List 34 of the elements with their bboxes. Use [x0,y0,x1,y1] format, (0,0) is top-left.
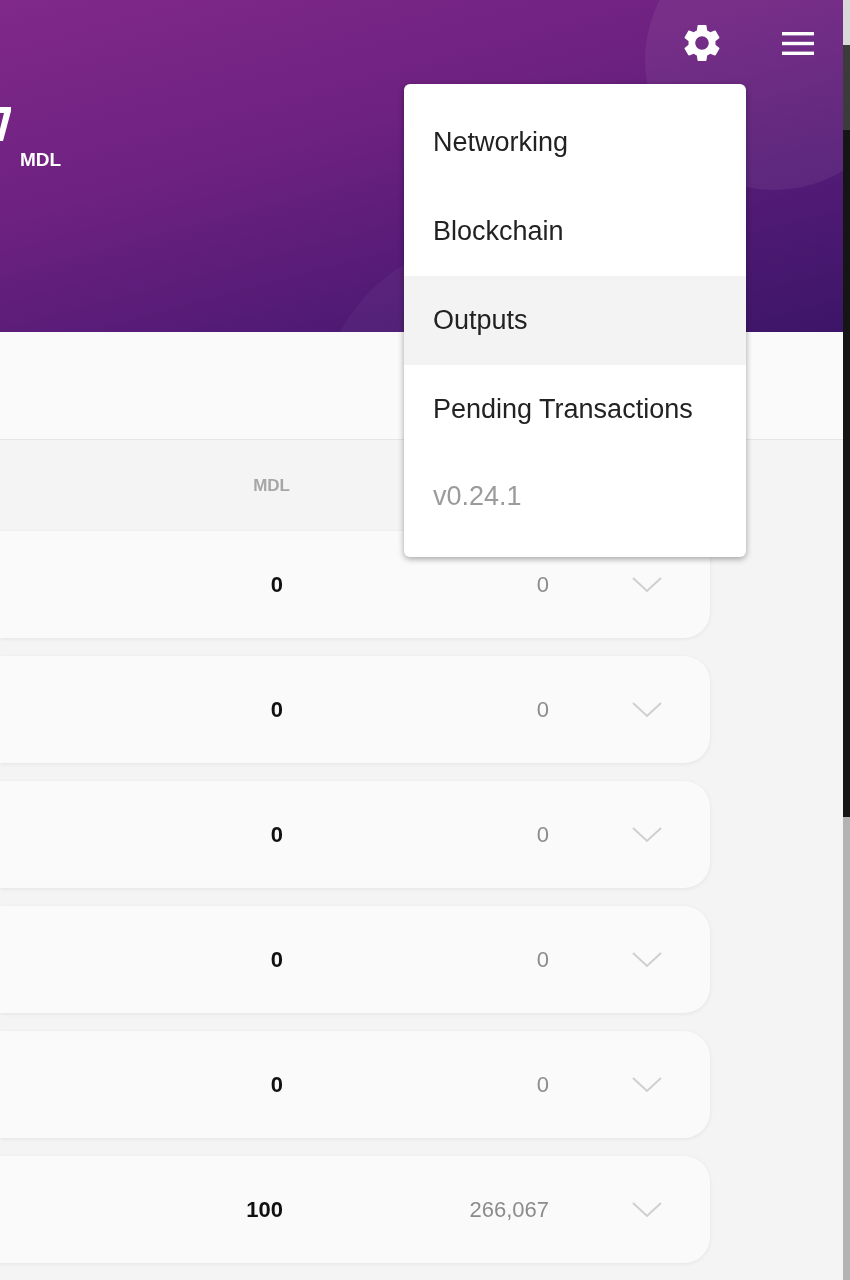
chevron-down-icon[interactable] [632,826,662,843]
menu-icon[interactable] [782,31,814,55]
chevron-down-icon[interactable] [632,1076,662,1093]
table-row[interactable]: 0 0 [0,781,710,888]
version-label: v0.24.1 [432,480,523,513]
table-row[interactable]: 0 0 [0,906,710,1013]
menu-item[interactable]: Networking [404,98,746,187]
column-header: MDL [253,475,290,496]
chevron-down-icon[interactable] [632,1201,662,1218]
table-cell: 0 [270,946,283,973]
table-cell: 100 [246,1196,283,1223]
table-row[interactable]: 0 0 [0,656,710,763]
menu-item[interactable]: Blockchain [404,187,746,276]
chevron-down-icon[interactable] [632,576,662,593]
chevron-down-icon[interactable] [632,951,662,968]
table-cell: 0 [536,946,549,973]
glyph-fragment-drawing [0,107,11,141]
table-cell: 0 [536,571,549,598]
settings-icon[interactable] [684,25,720,61]
table-cell: 0 [270,1071,283,1098]
table-cell: 0 [270,571,283,598]
table-cell: 0 [270,821,283,848]
currency-label: MDL [20,150,62,170]
table-cell: 0 [536,1071,549,1098]
table-cell: 0 [270,696,283,723]
chevron-down-icon[interactable] [632,701,662,718]
table-cell: 0 [536,696,549,723]
table-cell: 0 [536,821,549,848]
menu-item[interactable]: Outputs [404,276,746,365]
table-row[interactable]: 0 0 [0,531,710,638]
table-row[interactable]: 0 0 [0,1031,710,1138]
table-cell: 266,067 [469,1196,549,1223]
menu-item[interactable]: Pending Transactions [404,365,746,454]
table-row[interactable]: 100 266,067 [0,1156,710,1263]
